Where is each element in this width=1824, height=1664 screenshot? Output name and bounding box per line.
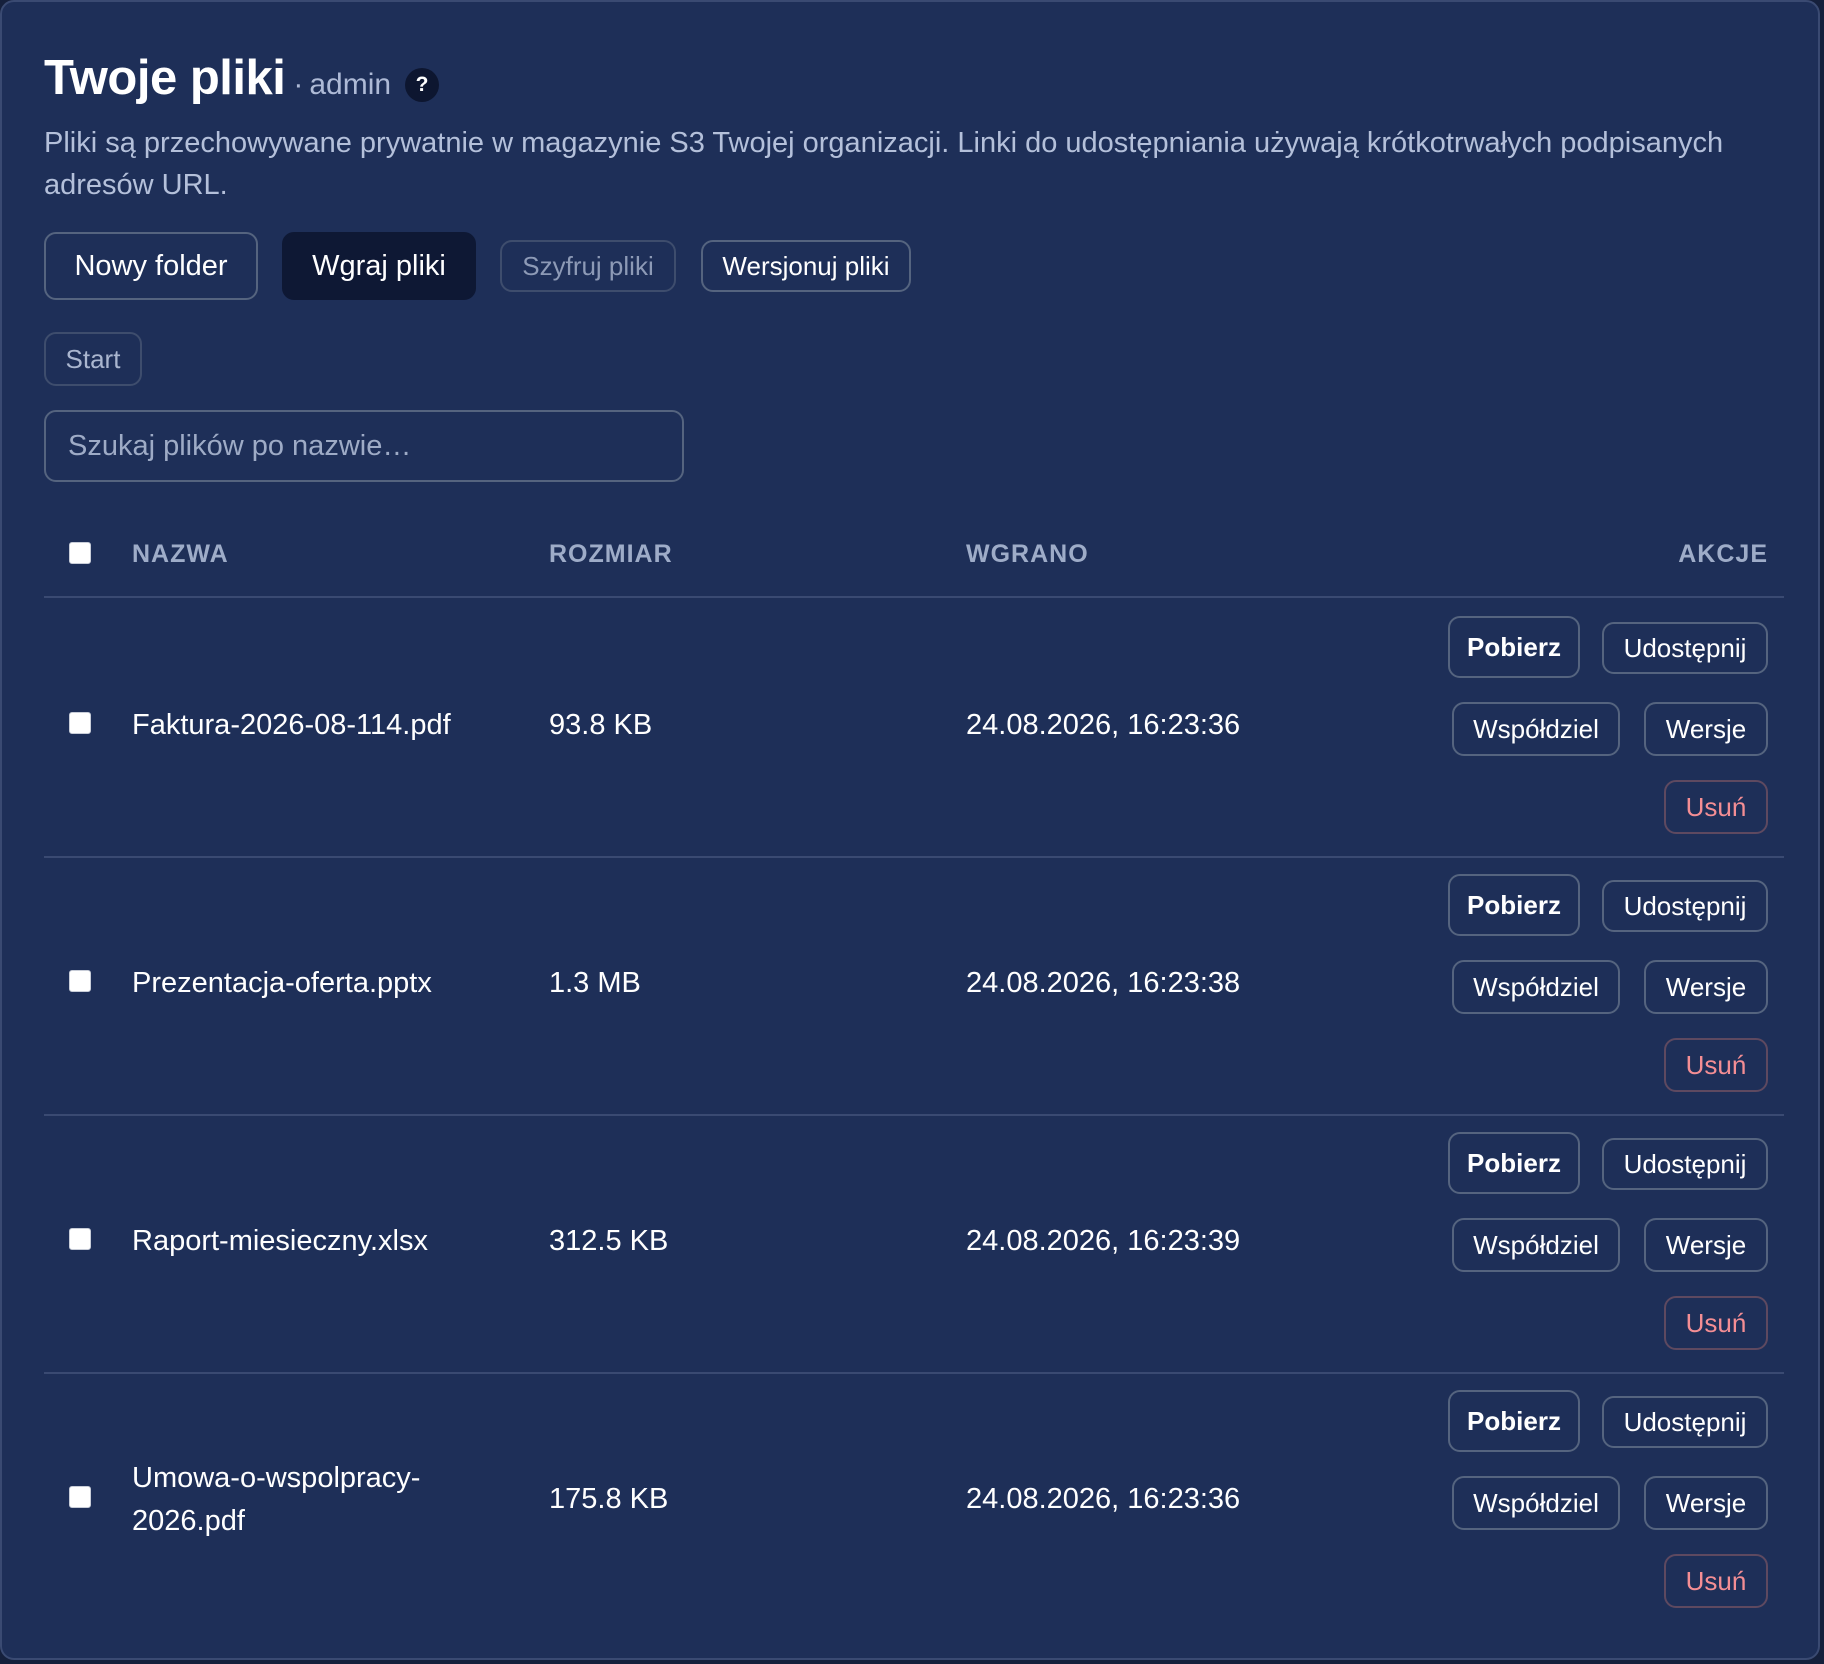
title-separator: · (293, 68, 304, 101)
column-header-uploaded[interactable]: WGRANO (966, 540, 1089, 569)
table-header: NAZWA ROZMIAR WGRANO AKCJE (44, 528, 1784, 598)
table-row: Prezentacja-oferta.pptx 1.3 MB 24.08.202… (44, 856, 1784, 1116)
coshare-button[interactable]: Współdziel (1452, 702, 1620, 756)
delete-button[interactable]: Usuń (1664, 780, 1768, 834)
table-row: Raport-miesieczny.xlsx 312.5 KB 24.08.20… (44, 1114, 1784, 1374)
table-row: Faktura-2026-08-114.pdf 93.8 KB 24.08.20… (44, 598, 1784, 858)
coshare-button[interactable]: Współdziel (1452, 1218, 1620, 1272)
upload-files-button[interactable]: Wgraj pliki (282, 232, 476, 300)
delete-button[interactable]: Usuń (1664, 1296, 1768, 1350)
versions-button[interactable]: Wersje (1644, 1218, 1768, 1272)
column-header-size[interactable]: ROZMIAR (549, 540, 673, 569)
download-button[interactable]: Pobierz (1448, 616, 1580, 678)
versions-button[interactable]: Wersje (1644, 702, 1768, 756)
coshare-button[interactable]: Współdziel (1452, 1476, 1620, 1530)
breadcrumb-root[interactable]: Start (44, 332, 142, 386)
column-header-actions: AKCJE (1678, 540, 1768, 568)
row-checkbox[interactable] (69, 1228, 91, 1250)
file-name[interactable]: Prezentacja-oferta.pptx (132, 962, 462, 1005)
file-size: 93.8 KB (549, 709, 653, 741)
file-size: 175.8 KB (549, 1483, 669, 1515)
search-input[interactable] (44, 410, 684, 482)
delete-button[interactable]: Usuń (1664, 1038, 1768, 1092)
row-checkbox[interactable] (69, 712, 91, 734)
download-button[interactable]: Pobierz (1448, 1390, 1580, 1452)
row-checkbox[interactable] (69, 1486, 91, 1508)
current-user: admin (309, 68, 392, 101)
share-button[interactable]: Udostępnij (1602, 1396, 1768, 1448)
select-all-checkbox[interactable] (69, 542, 91, 564)
file-uploaded-date: 24.08.2026, 16:23:38 (966, 967, 1241, 999)
file-name[interactable]: Umowa-o-wspolpracy-2026.pdf (132, 1457, 462, 1543)
file-uploaded-date: 24.08.2026, 16:23:39 (966, 1225, 1241, 1257)
delete-button[interactable]: Usuń (1664, 1554, 1768, 1608)
version-files-button[interactable]: Wersjonuj pliki (701, 240, 911, 292)
versions-button[interactable]: Wersje (1644, 960, 1768, 1014)
row-checkbox[interactable] (69, 970, 91, 992)
file-uploaded-date: 24.08.2026, 16:23:36 (966, 1483, 1241, 1515)
coshare-button[interactable]: Współdziel (1452, 960, 1620, 1014)
page-header: Twoje pliki · admin ? (44, 50, 440, 106)
page-description: Pliki są przechowywane prywatnie w magaz… (44, 127, 1724, 201)
page-title: Twoje pliki (44, 51, 286, 105)
file-name[interactable]: Faktura-2026-08-114.pdf (132, 704, 462, 747)
new-folder-button[interactable]: Nowy folder (44, 232, 258, 300)
file-uploaded-date: 24.08.2026, 16:23:36 (966, 709, 1241, 741)
help-icon[interactable]: ? (405, 68, 440, 102)
encrypt-files-button[interactable]: Szyfruj pliki (500, 240, 676, 292)
file-size: 312.5 KB (549, 1225, 669, 1257)
share-button[interactable]: Udostępnij (1602, 880, 1768, 932)
versions-button[interactable]: Wersje (1644, 1476, 1768, 1530)
file-size: 1.3 MB (549, 967, 641, 999)
share-button[interactable]: Udostępnij (1602, 622, 1768, 674)
column-header-name[interactable]: NAZWA (132, 540, 229, 569)
toolbar: Nowy folder Wgraj pliki Szyfruj pliki We… (44, 232, 911, 300)
download-button[interactable]: Pobierz (1448, 1132, 1580, 1194)
table-row: Umowa-o-wspolpracy-2026.pdf 175.8 KB 24.… (44, 1372, 1784, 1630)
share-button[interactable]: Udostępnij (1602, 1138, 1768, 1190)
file-name[interactable]: Raport-miesieczny.xlsx (132, 1220, 462, 1263)
download-button[interactable]: Pobierz (1448, 874, 1580, 936)
files-panel: Twoje pliki · admin ? Pliki są przechowy… (0, 0, 1820, 1660)
